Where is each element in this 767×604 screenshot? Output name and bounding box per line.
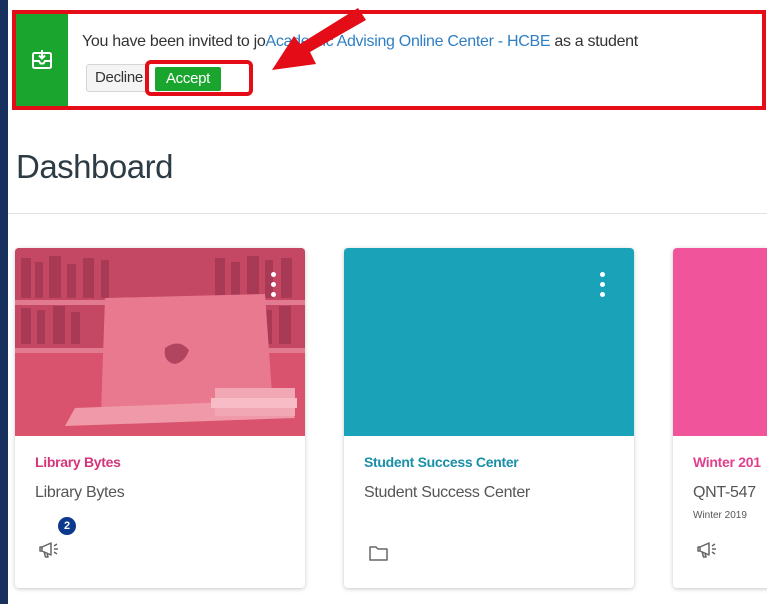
course-card-library-bytes[interactable]: Library Bytes Library Bytes 2 — [15, 248, 305, 588]
course-card-winter[interactable]: Winter 201 QNT-547 Winter 2019 — [673, 248, 767, 588]
invitation-text-before: You have been invited to jo — [82, 33, 266, 50]
course-card-title[interactable]: Library Bytes — [35, 454, 121, 470]
accept-button-highlight: Accept — [145, 60, 253, 96]
accept-button[interactable]: Accept — [155, 67, 221, 91]
course-card-subtitle: Library Bytes — [35, 484, 125, 501]
announcement-icon[interactable] — [697, 540, 719, 560]
course-card-title[interactable]: Winter 201 — [693, 454, 761, 470]
card-options-menu-icon[interactable] — [600, 272, 606, 297]
course-card-color-header[interactable] — [673, 248, 767, 436]
invitation-text-after: as a student — [550, 33, 638, 50]
announcement-icon[interactable] — [39, 540, 61, 560]
course-card-subtitle: QNT-547 — [693, 484, 756, 501]
header-divider — [8, 213, 767, 214]
card-options-menu-icon[interactable] — [271, 272, 277, 297]
unread-announcements-badge: 2 — [57, 516, 77, 536]
course-invitation-banner: You have been invited to joAcademic Advi… — [12, 10, 766, 110]
decline-button[interactable]: Decline — [86, 64, 152, 92]
invitation-icon-box — [16, 14, 68, 106]
course-card-subtitle: Student Success Center — [364, 484, 530, 501]
annotation-arrow-icon — [272, 8, 366, 70]
course-card-color-header[interactable] — [344, 248, 634, 436]
course-card-student-success-center[interactable]: Student Success Center Student Success C… — [344, 248, 634, 588]
course-card-image[interactable] — [15, 248, 305, 436]
page-title: Dashboard — [16, 148, 173, 185]
folder-icon[interactable] — [368, 544, 390, 562]
course-card-title[interactable]: Student Success Center — [364, 454, 519, 470]
app-frame: You have been invited to joAcademic Advi… — [8, 0, 767, 604]
course-card-term: Winter 2019 — [693, 510, 747, 521]
invitation-envelope-icon — [32, 50, 52, 69]
